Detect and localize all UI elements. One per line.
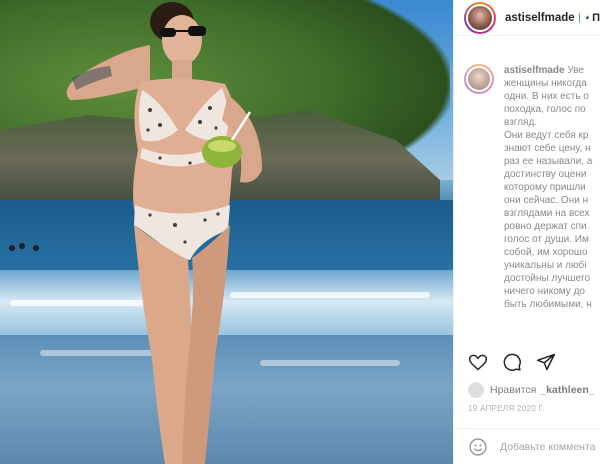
liker-avatar[interactable] — [468, 382, 484, 398]
emoji-icon[interactable] — [468, 437, 488, 457]
caption-line: которому пришли — [504, 182, 586, 193]
caption-text: astiselfmade Уве женщины никогда одни. В… — [504, 65, 593, 310]
caption-line: достинству оцени — [504, 169, 587, 180]
avatar[interactable] — [464, 1, 496, 34]
caption-line: они сейчас. Они н — [504, 195, 589, 206]
caption-line: Они ведут себя кр — [504, 130, 589, 141]
caption-line: раз ее называли, а — [504, 156, 593, 167]
post-photo[interactable] — [0, 0, 453, 464]
follow-button[interactable]: • П — [585, 12, 600, 24]
caption-line: голос от души. Им — [504, 234, 589, 245]
caption-line: походка, голос по — [504, 104, 586, 115]
woman-figure — [9, 2, 262, 464]
post-header: astiselfmade • П — [454, 0, 600, 36]
post-side-panel: astiselfmade • П astiselfmade Уве женщин… — [453, 0, 600, 464]
action-bar — [468, 352, 556, 372]
comment-bar: Добавьте коммента — [454, 428, 600, 464]
caption-author[interactable]: astiselfmade — [504, 65, 565, 76]
caption-line: взгляд. — [504, 117, 538, 128]
likes-row: Нравится _kathleen_ — [468, 382, 595, 398]
caption-line: знают себе цену, н — [504, 143, 591, 154]
share-icon[interactable] — [536, 352, 556, 372]
caption-line: взглядами на всех — [504, 208, 590, 219]
caption-line: собой, им хорошо — [504, 247, 588, 258]
caption: astiselfmade Уве женщины никогда одни. В… — [464, 64, 600, 311]
caption-line: одни. В них есть о — [504, 91, 589, 102]
caption-avatar[interactable] — [464, 64, 494, 94]
likes-prefix: Нравится — [490, 384, 537, 396]
heart-icon[interactable] — [468, 352, 488, 372]
post-date[interactable]: 19 АПРЕЛЯ 2020 Г. — [468, 404, 545, 413]
username-link[interactable]: astiselfmade — [505, 12, 575, 24]
caption-line: ничего никому до — [504, 286, 585, 297]
caption-line: быть любимыми, н — [504, 299, 592, 310]
caption-line: ровно держат спи — [504, 221, 587, 232]
liker-username[interactable]: _kathleen_ — [540, 384, 594, 396]
caption-line: достойны лучшего — [504, 273, 591, 284]
comment-input[interactable]: Добавьте коммента — [500, 441, 596, 453]
caption-line: уникальны и любі — [504, 260, 587, 271]
caption-line: женщины никогда — [504, 78, 587, 89]
comment-icon[interactable] — [502, 352, 522, 372]
